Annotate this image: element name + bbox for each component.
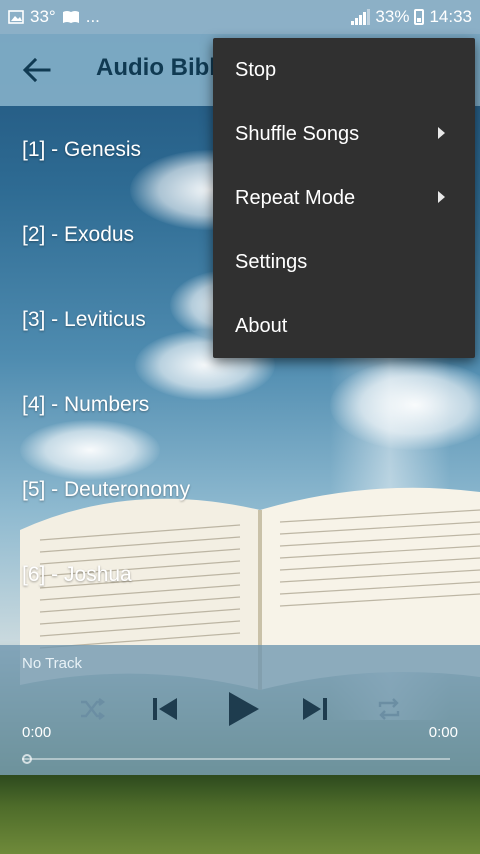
menu-item-about[interactable]: About [213, 294, 475, 358]
list-item[interactable]: [1] - Genesis [22, 138, 141, 223]
menu-item-shuffle-songs[interactable]: Shuffle Songs [213, 102, 475, 166]
app-title: Audio Bible [96, 54, 230, 81]
battery-percent-text: 33% [375, 7, 410, 26]
menu-item-stop[interactable]: Stop [213, 38, 475, 102]
skip-next-icon[interactable] [300, 695, 330, 723]
menu-item-label: Settings [235, 251, 308, 273]
arrow-left-icon[interactable] [22, 56, 52, 84]
menu-item-label: Stop [235, 59, 277, 81]
menu-item-label: About [235, 315, 288, 337]
menu-item-repeat-mode[interactable]: Repeat Mode [213, 166, 475, 230]
more-notifications-text: ... [85, 7, 100, 26]
battery-icon [414, 9, 425, 25]
menu-item-label: Shuffle Songs [235, 123, 360, 145]
status-bar: 33° ... 33% 14:33 [0, 0, 480, 34]
submenu-arrow-icon [438, 191, 445, 203]
list-item[interactable]: [6] - Joshua [22, 563, 132, 648]
list-item[interactable]: [2] - Exodus [22, 223, 134, 308]
signal-icon [351, 9, 371, 25]
temperature-text: 33° [30, 7, 56, 26]
overflow-menu: Stop Shuffle Songs Repeat Mode Settings … [213, 38, 475, 358]
shuffle-icon[interactable] [78, 695, 106, 723]
gallery-icon [8, 10, 24, 24]
play-icon[interactable] [225, 689, 261, 729]
track-title: No Track [22, 655, 83, 672]
seek-thumb[interactable] [22, 754, 32, 764]
book-icon [62, 11, 79, 23]
elapsed-time: 0:00 [22, 724, 52, 741]
list-item[interactable]: [3] - Leviticus [22, 308, 146, 393]
media-player: No Track 0:00 0:00 [0, 645, 480, 775]
seek-bar[interactable] [22, 758, 450, 760]
menu-item-settings[interactable]: Settings [213, 230, 475, 294]
skip-previous-icon[interactable] [150, 695, 180, 723]
list-item[interactable]: [4] - Numbers [22, 393, 149, 478]
total-time: 0:00 [428, 724, 458, 741]
menu-item-label: Repeat Mode [235, 187, 356, 209]
repeat-icon[interactable] [375, 695, 403, 723]
submenu-arrow-icon [438, 127, 445, 139]
clock-text: 14:33 [429, 7, 472, 26]
list-item[interactable]: [5] - Deuteronomy [22, 478, 190, 563]
